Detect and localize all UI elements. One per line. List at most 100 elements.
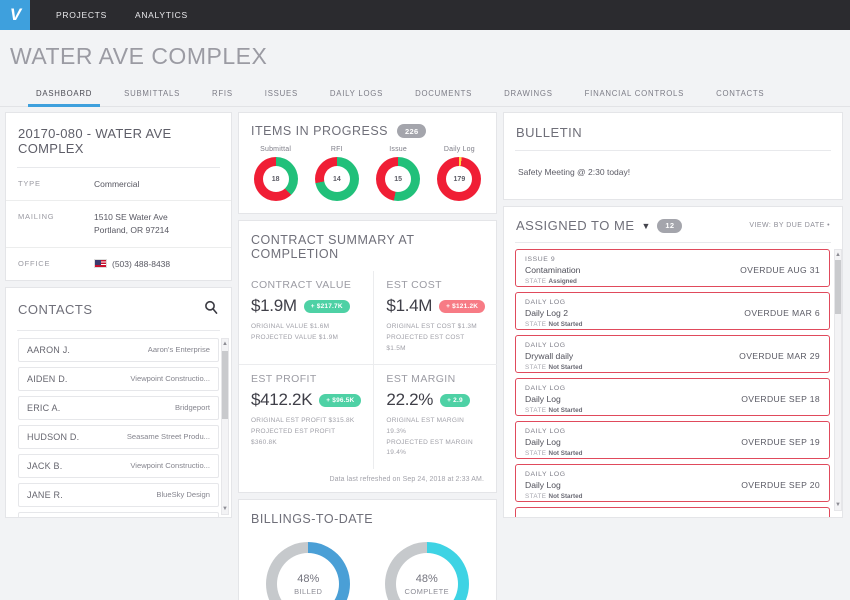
contact-org: BlueSky Design	[156, 490, 210, 499]
gauge-chart: 48% BILLED	[266, 542, 350, 600]
chevron-down-icon[interactable]: ▼	[642, 221, 651, 231]
info-value-office: (503) 488-8438	[94, 258, 170, 271]
contacts-card: CONTACTS AARON J. Aaron's Enterprise	[5, 287, 232, 518]
app-logo[interactable]: V	[0, 0, 30, 30]
gauge-chart: 48% COMPLETE	[385, 542, 469, 600]
tab-financial-controls[interactable]: FINANCIAL CONTROLS	[569, 89, 700, 106]
items-in-progress-header: ITEMS IN PROGRESS 226	[239, 113, 496, 142]
contact-name: AIDEN D.	[27, 374, 68, 384]
status-badge: + $96.5K	[319, 394, 361, 407]
table-row[interactable]	[515, 507, 830, 517]
task-state-value: Not Started	[549, 321, 583, 328]
task-info: ISSUE 9 Contamination STATE Assigned	[525, 256, 580, 285]
list-item[interactable]: JANE R. BlueSky Design	[18, 483, 219, 507]
list-item[interactable]: AIDEN D. Viewpoint Constructio...	[18, 367, 219, 391]
task-due-date: OVERDUE AUG 31	[740, 256, 820, 275]
info-row-type: TYPE Commercial	[6, 168, 231, 200]
metric-value: 22.2%	[386, 390, 433, 410]
table-row[interactable]: DAILY LOG Daily Log 2 STATE Not Started …	[515, 292, 830, 330]
contact-org: Viewpoint Constructio...	[130, 461, 210, 470]
tab-dashboard[interactable]: DASHBOARD	[20, 89, 108, 106]
info-label: MAILING	[18, 211, 94, 237]
list-item[interactable]: HUDSON D. Seasame Street Produ...	[18, 425, 219, 449]
task-state-value: Not Started	[549, 450, 583, 457]
tab-drawings[interactable]: DRAWINGS	[488, 89, 569, 106]
project-tabs: DASHBOARD SUBMITTALS RFIS ISSUES DAILY L…	[0, 81, 850, 107]
top-bar: V PROJECTS ANALYTICS	[0, 0, 850, 30]
gauge-inner: 48% BILLED	[266, 542, 350, 600]
metric-label: EST MARGIN	[386, 373, 485, 385]
donut-submittal[interactable]: Submittal 18	[247, 146, 305, 201]
scroll-down-icon[interactable]: ▼	[835, 500, 841, 510]
list-item[interactable]: JOSH W. Viewpoint Constructio...	[18, 512, 219, 517]
scroll-up-icon[interactable]: ▲	[835, 250, 841, 260]
table-row[interactable]: DAILY LOG Daily Log STATE Not Started OV…	[515, 378, 830, 416]
middle-column: ITEMS IN PROGRESS 226 Submittal 18 RFI 1…	[238, 112, 497, 600]
list-item[interactable]: AARON J. Aaron's Enterprise	[18, 338, 219, 362]
tab-daily-logs[interactable]: DAILY LOGS	[314, 89, 399, 106]
assigned-list-scrollbar[interactable]: ▲ ▼	[834, 249, 842, 511]
tab-issues[interactable]: ISSUES	[249, 89, 314, 106]
gauge-sub-label: COMPLETE	[405, 587, 449, 596]
contacts-scrollbar[interactable]: ▲ ▼	[221, 338, 229, 515]
metric-value-row: $1.9M + $217.7K	[251, 296, 361, 316]
task-name: Daily Log	[525, 394, 582, 404]
assigned-to-me-title: ASSIGNED TO ME	[516, 218, 635, 233]
top-nav-projects[interactable]: PROJECTS	[42, 0, 121, 30]
donut-chart: 18	[254, 157, 298, 201]
task-state-label: STATE	[525, 321, 546, 328]
info-value: Commercial	[94, 178, 139, 191]
list-item[interactable]: JACK B. Viewpoint Constructio...	[18, 454, 219, 478]
scroll-up-icon[interactable]: ▲	[222, 339, 228, 349]
metric-sub-projected: PROJECTED VALUE $1.9M	[251, 333, 361, 344]
scroll-down-icon[interactable]: ▼	[222, 504, 228, 514]
gauge-inner: 48% COMPLETE	[385, 542, 469, 600]
tab-submittals[interactable]: SUBMITTALS	[108, 89, 196, 106]
office-phone: (503) 488-8438	[112, 259, 170, 269]
task-info: DAILY LOG Daily Log STATE Not Started	[525, 385, 582, 414]
items-in-progress-card: ITEMS IN PROGRESS 226 Submittal 18 RFI 1…	[238, 112, 497, 214]
donut-value: 179	[437, 157, 481, 201]
table-row[interactable]: ISSUE 9 Contamination STATE Assigned OVE…	[515, 249, 830, 287]
info-label: TYPE	[18, 178, 94, 191]
tab-contacts[interactable]: CONTACTS	[700, 89, 780, 106]
donut-row: Submittal 18 RFI 14 Issue	[239, 142, 496, 213]
task-info: DAILY LOG Daily Log STATE Not Started	[525, 428, 582, 457]
tab-rfis[interactable]: RFIS	[196, 89, 249, 106]
metric-value: $1.9M	[251, 296, 297, 316]
info-value: 1510 SE Water Ave Portland, OR 97214	[94, 211, 169, 237]
project-info-title: 20170-080 - WATER AVE COMPLEX	[6, 113, 231, 167]
donut-daily-log[interactable]: Daily Log 179	[430, 146, 488, 201]
data-refreshed-text: Data last refreshed on Sep 24, 2018 at 2…	[239, 469, 496, 492]
task-state-value: Not Started	[549, 407, 583, 414]
task-state-value: Not Started	[549, 493, 583, 500]
task-type: DAILY LOG	[525, 428, 582, 435]
donut-rfi[interactable]: RFI 14	[308, 146, 366, 201]
contact-org: Viewpoint Constructio...	[130, 374, 210, 383]
metric-sub-projected: PROJECTED EST COST $1.5M	[386, 333, 485, 354]
tab-documents[interactable]: DOCUMENTS	[399, 89, 488, 106]
task-due-date: OVERDUE SEP 19	[741, 428, 820, 447]
task-state: STATE Not Started	[525, 321, 582, 328]
task-state: STATE Not Started	[525, 407, 582, 414]
task-due-date: OVERDUE MAR 6	[744, 299, 820, 318]
scrollbar-thumb[interactable]	[222, 351, 228, 419]
scrollbar-thumb[interactable]	[835, 260, 841, 314]
task-state-label: STATE	[525, 450, 546, 457]
contact-name: ERIC A.	[27, 403, 60, 413]
table-row[interactable]: DAILY LOG Daily Log STATE Not Started OV…	[515, 421, 830, 459]
table-row[interactable]: DAILY LOG Daily Log STATE Not Started OV…	[515, 464, 830, 502]
list-item[interactable]: ERIC A. Bridgeport	[18, 396, 219, 420]
metric-est-margin: EST MARGIN 22.2% + 2.9 ORIGINAL EST MARG…	[374, 364, 497, 469]
view-selector[interactable]: VIEW: BY DUE DATE •	[749, 222, 830, 229]
task-info: DAILY LOG Daily Log STATE Not Started	[525, 471, 582, 500]
search-icon[interactable]	[204, 300, 219, 320]
table-row[interactable]: DAILY LOG Drywall daily STATE Not Starte…	[515, 335, 830, 373]
top-nav-analytics[interactable]: ANALYTICS	[121, 0, 202, 30]
contacts-header: CONTACTS	[6, 288, 231, 330]
info-row-mailing: MAILING 1510 SE Water Ave Portland, OR 9…	[6, 200, 231, 246]
donut-issue[interactable]: Issue 15	[369, 146, 427, 201]
metric-est-cost: EST COST $1.4M + $121.2K ORIGINAL EST CO…	[374, 271, 497, 364]
billings-gauges: 48% BILLED BILLED TO DATE $898,464 48% C…	[239, 536, 496, 600]
page-title: WATER AVE COMPLEX	[0, 44, 850, 68]
